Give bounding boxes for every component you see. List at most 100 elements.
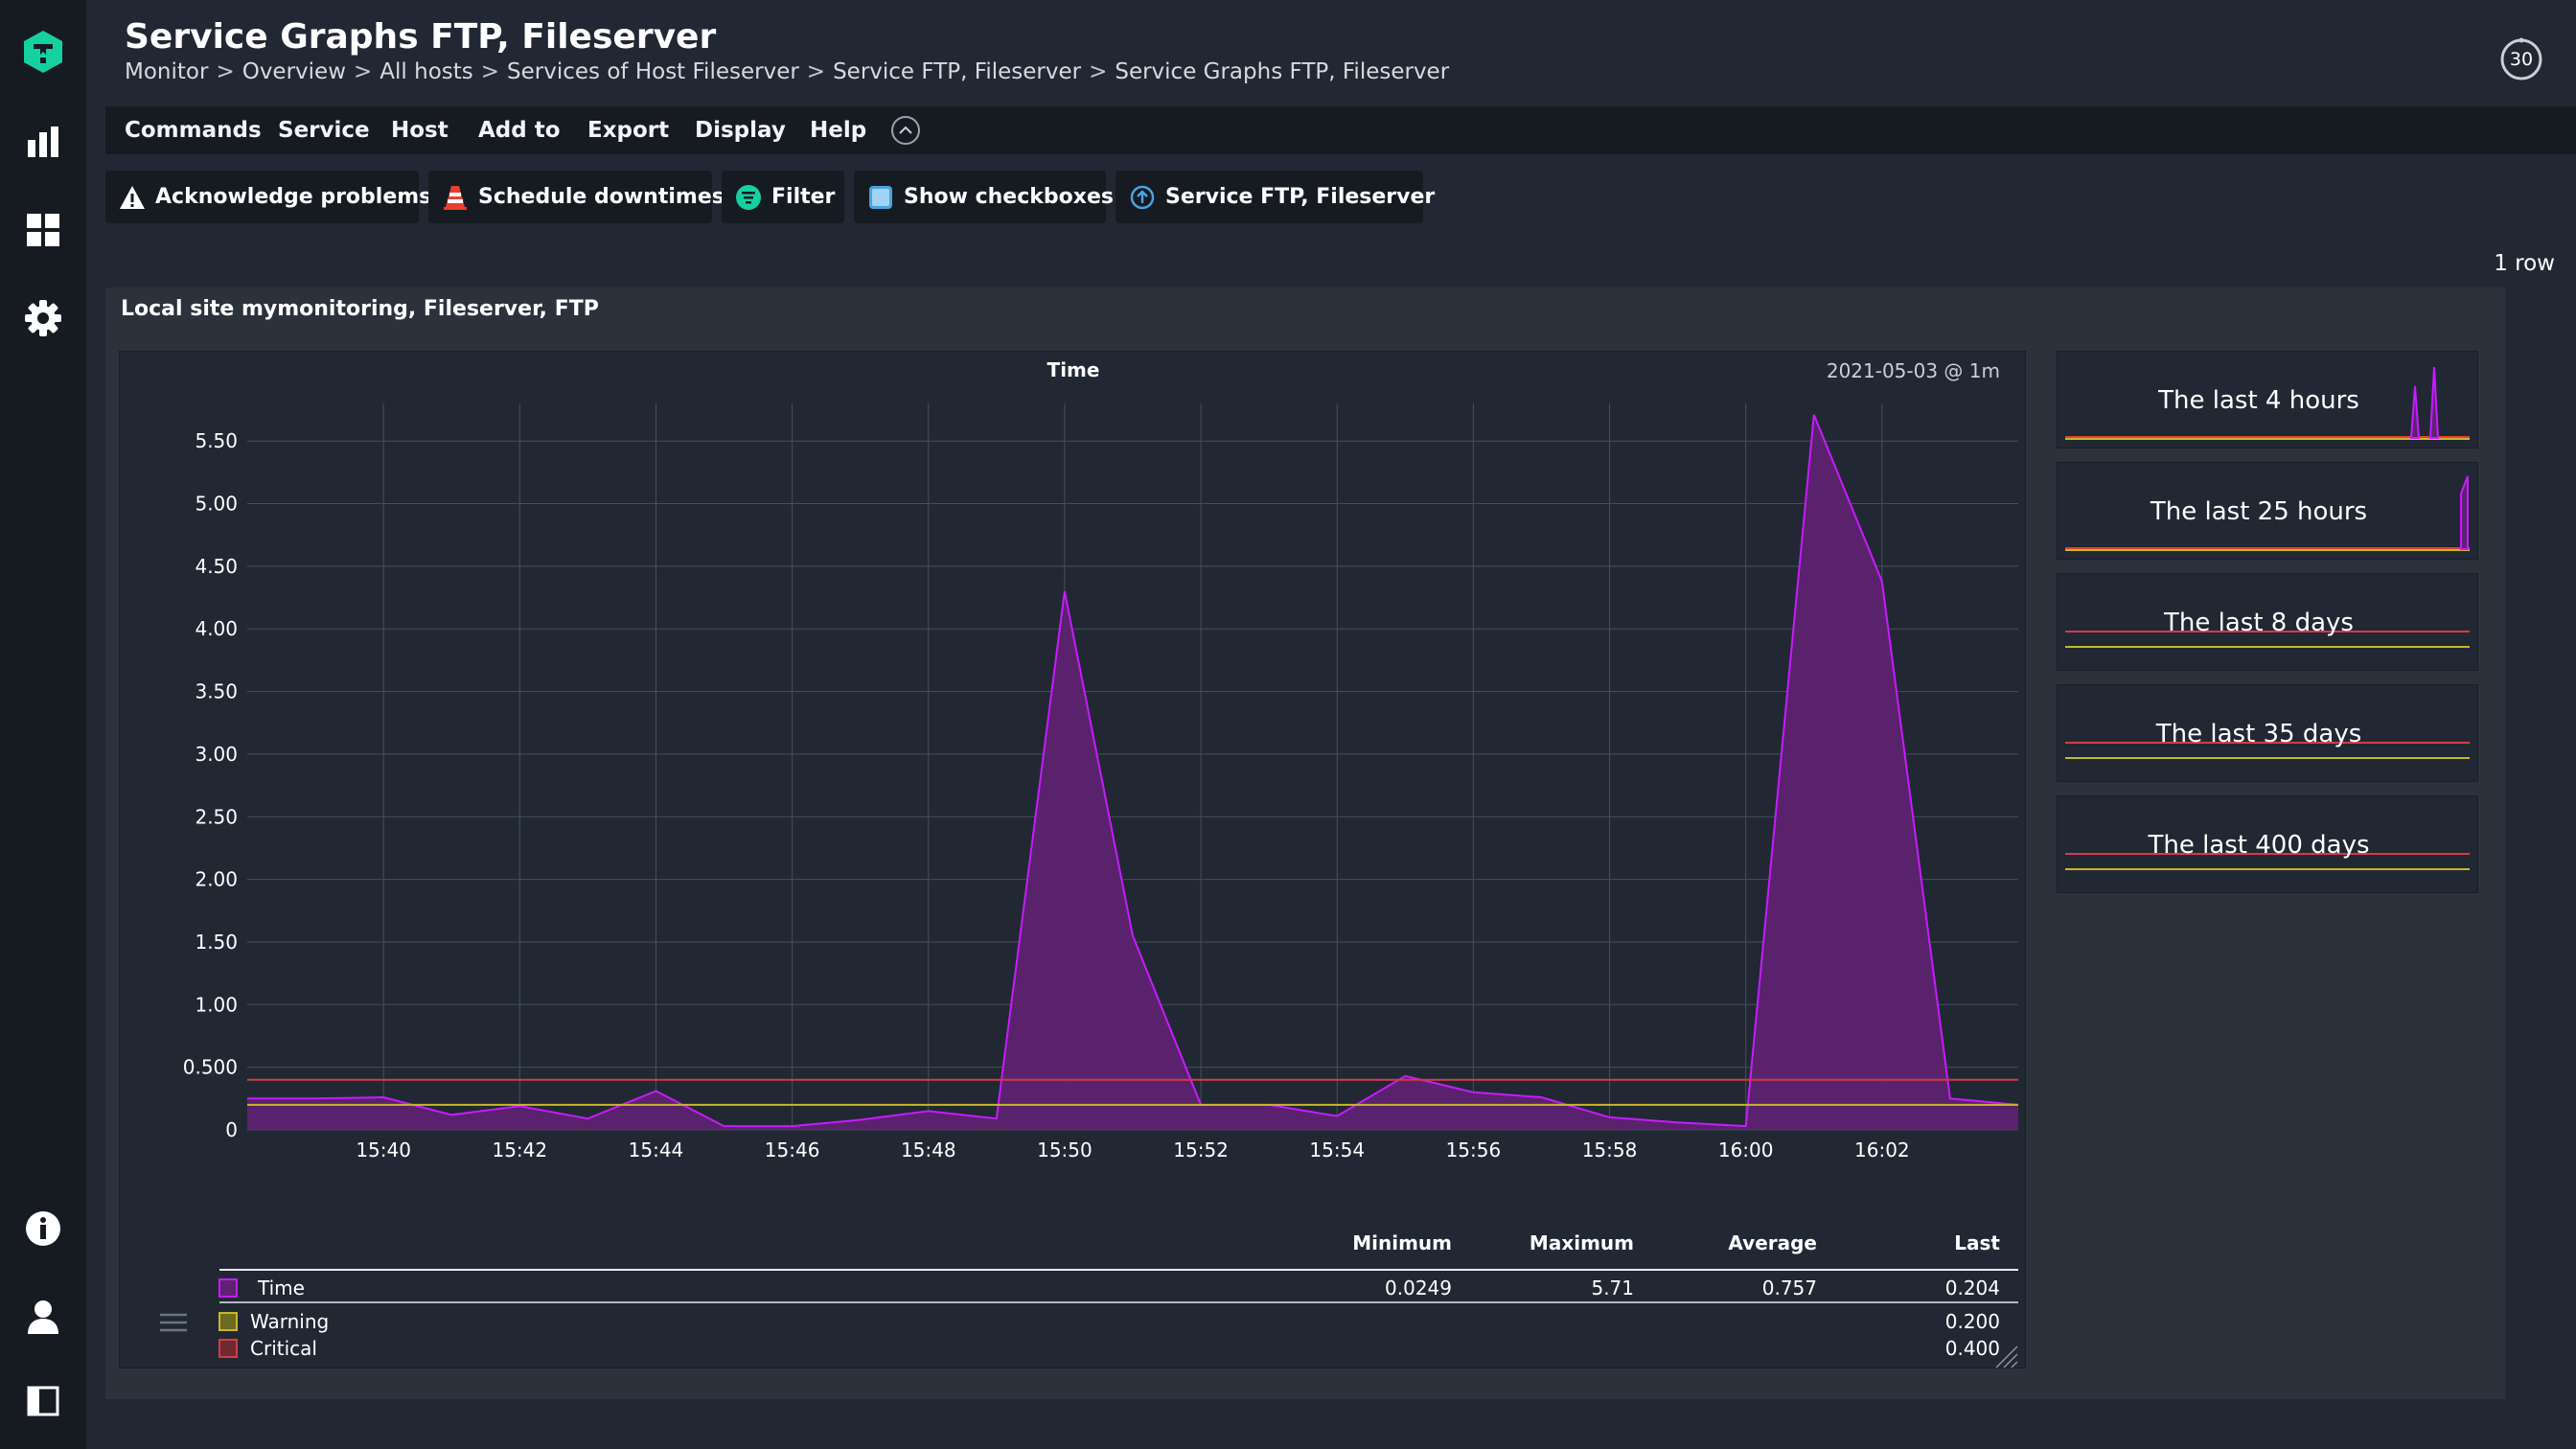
legend-header: Minimum bbox=[1352, 1231, 1452, 1254]
x-tick-label: 15:56 bbox=[1446, 1138, 1502, 1162]
breadcrumb-monitor[interactable]: Monitor bbox=[125, 59, 208, 84]
menu-add-to[interactable]: Add to bbox=[478, 106, 561, 154]
menu-commands[interactable]: Commands bbox=[125, 106, 262, 154]
legend-value: 0.757 bbox=[1762, 1276, 1817, 1300]
refresh-seconds: 30 bbox=[2509, 49, 2534, 70]
legend-swatch bbox=[218, 1278, 238, 1298]
x-tick-label: 15:48 bbox=[901, 1138, 956, 1162]
timerange-label: The last 25 hours bbox=[2150, 497, 2368, 526]
timerange-400-days[interactable]: The last 400 days bbox=[2057, 795, 2478, 893]
resize-handle-icon bbox=[2003, 1353, 2018, 1368]
acknowledge-problems-label: Acknowledge problems bbox=[155, 185, 432, 209]
show-checkboxes-button[interactable]: Show checkboxes bbox=[854, 171, 1114, 223]
x-tick-label: 15:54 bbox=[1309, 1138, 1365, 1162]
timerange-8-days[interactable]: The last 8 days bbox=[2057, 573, 2478, 671]
timerange-35-days[interactable]: The last 35 days bbox=[2057, 684, 2478, 782]
x-tick-label: 15:52 bbox=[1173, 1138, 1229, 1162]
help-info-icon[interactable] bbox=[20, 1206, 66, 1252]
timerange-label: The last 35 days bbox=[2155, 720, 2362, 748]
timerange-4-hours[interactable]: The last 4 hours bbox=[2057, 351, 2478, 448]
x-tick-label: 15:40 bbox=[356, 1138, 411, 1162]
graph-container: Time 2021-05-03 @ 1m 0 0.500 1.00 1.50 2.00 2.5… bbox=[119, 351, 2026, 1368]
menu-export[interactable]: Export bbox=[587, 106, 669, 154]
timerange-label: The last 400 days bbox=[2148, 831, 2370, 860]
menu-display[interactable]: Display bbox=[695, 106, 786, 154]
legend-header: Average bbox=[1728, 1231, 1817, 1254]
timerange-25-hours[interactable]: The last 25 hours bbox=[2057, 462, 2478, 560]
y-tick-label: 3.00 bbox=[195, 743, 238, 766]
series-time-area bbox=[247, 414, 2018, 1130]
filter-label: Filter bbox=[771, 185, 836, 209]
row-count: 1 row bbox=[2494, 251, 2555, 276]
legend-value: 0.400 bbox=[1945, 1337, 2000, 1360]
y-tick-label: 1.00 bbox=[195, 993, 238, 1016]
x-tick-label: 15:50 bbox=[1037, 1138, 1092, 1162]
show-checkboxes-label: Show checkboxes bbox=[904, 185, 1114, 209]
acknowledge-problems-button[interactable]: Acknowledge problems bbox=[105, 171, 431, 223]
collapse-menu-icon[interactable] bbox=[891, 116, 920, 145]
y-tick-label: 2.00 bbox=[195, 868, 238, 891]
sidebar bbox=[0, 0, 86, 1449]
x-tick-label: 15:58 bbox=[1582, 1138, 1638, 1162]
legend-value: 5.71 bbox=[1591, 1276, 1634, 1300]
graph-panel: Local site mymonitoring, Fileserver, FTP… bbox=[105, 288, 2505, 1399]
time-graph: Time 2021-05-03 @ 1m 0 0.500 1.00 1.50 2.00 2.5… bbox=[160, 358, 2019, 1368]
breadcrumb-overview[interactable]: Overview bbox=[242, 59, 346, 84]
x-tick-label: 15:46 bbox=[765, 1138, 820, 1162]
service-ftp-fileserver-button[interactable]: Service FTP, Fileserver bbox=[1116, 171, 1435, 223]
traffic-cone-icon bbox=[444, 185, 467, 210]
breadcrumb-service-graphs[interactable]: Service Graphs FTP, Fileserver bbox=[1115, 59, 1449, 84]
y-tick-label: 0.500 bbox=[183, 1056, 238, 1079]
sidebar-toggle-icon[interactable] bbox=[20, 1378, 66, 1424]
legend-series-name: Warning bbox=[250, 1310, 329, 1333]
y-tick-label: 3.50 bbox=[195, 680, 238, 703]
schedule-downtimes-button[interactable]: Schedule downtimes bbox=[428, 171, 724, 223]
filter-button[interactable]: Filter bbox=[722, 171, 844, 223]
preview-series-spikes bbox=[2460, 475, 2469, 550]
legend-value: 0.0249 bbox=[1385, 1276, 1452, 1300]
menu-service[interactable]: Service bbox=[278, 106, 370, 154]
breadcrumb-service[interactable]: Service FTP, Fileserver bbox=[833, 59, 1081, 84]
y-tick-label: 1.50 bbox=[195, 931, 238, 954]
y-tick-label: 2.50 bbox=[195, 805, 238, 828]
menu-help[interactable]: Help bbox=[810, 106, 866, 154]
legend-swatch bbox=[218, 1312, 238, 1331]
user-icon[interactable] bbox=[20, 1294, 66, 1340]
breadcrumb-services-of-host[interactable]: Services of Host Fileserver bbox=[507, 59, 799, 84]
checkmk-logo-icon[interactable] bbox=[20, 29, 66, 75]
monitor-icon[interactable] bbox=[20, 119, 66, 165]
setup-gear-icon[interactable] bbox=[20, 295, 66, 341]
legend-series-name: Critical bbox=[250, 1337, 317, 1360]
breadcrumb: Monitor > Overview > All hosts > Services of H… bbox=[125, 59, 1449, 84]
breadcrumb-separator: > bbox=[354, 59, 373, 84]
y-tick-label: 4.50 bbox=[195, 555, 238, 578]
legend-swatch bbox=[218, 1339, 238, 1358]
resize-handle-icon bbox=[2011, 1361, 2018, 1368]
breadcrumb-separator: > bbox=[216, 59, 235, 84]
y-tick-label: 0 bbox=[225, 1118, 238, 1141]
page-title: Service Graphs FTP, Fileserver bbox=[125, 17, 717, 57]
schedule-downtimes-label: Schedule downtimes bbox=[478, 185, 724, 209]
service-ftp-fileserver-label: Service FTP, Fileserver bbox=[1165, 185, 1436, 209]
y-tick-label: 5.00 bbox=[195, 493, 238, 516]
x-tick-label: 15:44 bbox=[629, 1138, 684, 1162]
warning-triangle-icon bbox=[120, 185, 145, 209]
x-tick-label: 15:42 bbox=[492, 1138, 547, 1162]
y-tick-label: 4.00 bbox=[195, 617, 238, 640]
page-refresh-timer[interactable]: 30 bbox=[2498, 36, 2544, 82]
breadcrumb-separator: > bbox=[480, 59, 500, 84]
menu-host[interactable]: Host bbox=[391, 106, 448, 154]
breadcrumb-separator: > bbox=[806, 59, 826, 84]
breadcrumb-all-hosts[interactable]: All hosts bbox=[380, 59, 472, 84]
timerange-label: The last 8 days bbox=[2164, 609, 2354, 637]
checkbox-icon bbox=[869, 185, 892, 209]
graph-title: Time bbox=[1047, 358, 1100, 381]
dashboard-icon[interactable] bbox=[20, 207, 66, 253]
legend-value: 0.200 bbox=[1945, 1310, 2000, 1333]
panel-title: Local site mymonitoring, Fileserver, FTP bbox=[121, 297, 599, 321]
menu-bar: Commands Service Host Add to Export Disp… bbox=[105, 106, 2576, 154]
legend-series-name: Time bbox=[257, 1276, 305, 1300]
graph-timestamp: 2021-05-03 @ 1m bbox=[1827, 359, 2000, 382]
legend-header: Maximum bbox=[1530, 1231, 1634, 1254]
x-tick-label: 16:02 bbox=[1854, 1138, 1910, 1162]
